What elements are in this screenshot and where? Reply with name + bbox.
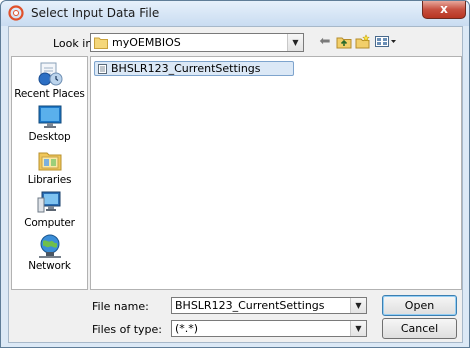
close-icon: x [440, 2, 448, 16]
chevron-down-icon[interactable]: ▼ [287, 34, 303, 51]
file-type-select[interactable]: (*.*) ▼ [171, 320, 367, 337]
computer-icon [37, 191, 60, 213]
close-button[interactable]: x [422, 1, 466, 19]
network-icon [38, 234, 61, 258]
file-name-label: File name: [92, 300, 149, 313]
open-button[interactable]: Open [382, 295, 457, 316]
place-label: Libraries [27, 174, 72, 186]
place-recent-places[interactable]: Recent Places [12, 60, 87, 100]
places-bar: Recent Places Desktop Libraries Computer… [11, 56, 88, 290]
file-name-value: BHSLR123_CurrentSettings [175, 299, 325, 312]
place-network[interactable]: Network [12, 232, 87, 272]
place-label: Computer [24, 217, 75, 229]
recent-places-icon [38, 62, 62, 86]
place-desktop[interactable]: Desktop [12, 103, 87, 143]
dialog-client-area: Look in: myOEMBIOS ▼ ⬅ Recent Places Des… [8, 26, 463, 343]
cancel-button[interactable]: Cancel [382, 318, 457, 339]
libraries-icon [38, 152, 61, 171]
file-type-label: Files of type: [92, 323, 163, 336]
up-folder-icon[interactable] [336, 34, 352, 51]
file-name-field[interactable]: BHSLR123_CurrentSettings ▼ [171, 297, 367, 314]
file-name: BHSLR123_CurrentSettings [111, 62, 261, 75]
app-icon [8, 5, 24, 21]
desktop-icon [38, 105, 61, 128]
file-icon [98, 64, 107, 74]
place-libraries[interactable]: Libraries [12, 146, 87, 186]
dialog-window: Select Input Data File x Look in: myOEMB… [0, 0, 470, 348]
new-folder-icon[interactable] [355, 34, 371, 51]
view-menu-icon[interactable] [374, 34, 398, 51]
file-list[interactable]: BHSLR123_CurrentSettings [90, 56, 462, 290]
folder-icon [94, 37, 108, 49]
look-in-value: myOEMBIOS [112, 36, 181, 49]
list-item[interactable]: BHSLR123_CurrentSettings [94, 61, 294, 76]
place-label: Desktop [28, 131, 71, 143]
file-type-value: (*.*) [175, 322, 199, 335]
chevron-down-icon[interactable]: ▼ [350, 321, 366, 336]
look-in-dropdown[interactable]: myOEMBIOS ▼ [90, 33, 304, 52]
title-bar[interactable]: Select Input Data File x [1, 1, 469, 26]
place-computer[interactable]: Computer [12, 189, 87, 229]
back-arrow-icon[interactable]: ⬅ [317, 34, 333, 51]
chevron-down-icon[interactable]: ▼ [350, 298, 366, 313]
window-title: Select Input Data File [31, 6, 160, 20]
place-label: Recent Places [14, 88, 85, 100]
place-label: Network [28, 260, 71, 272]
